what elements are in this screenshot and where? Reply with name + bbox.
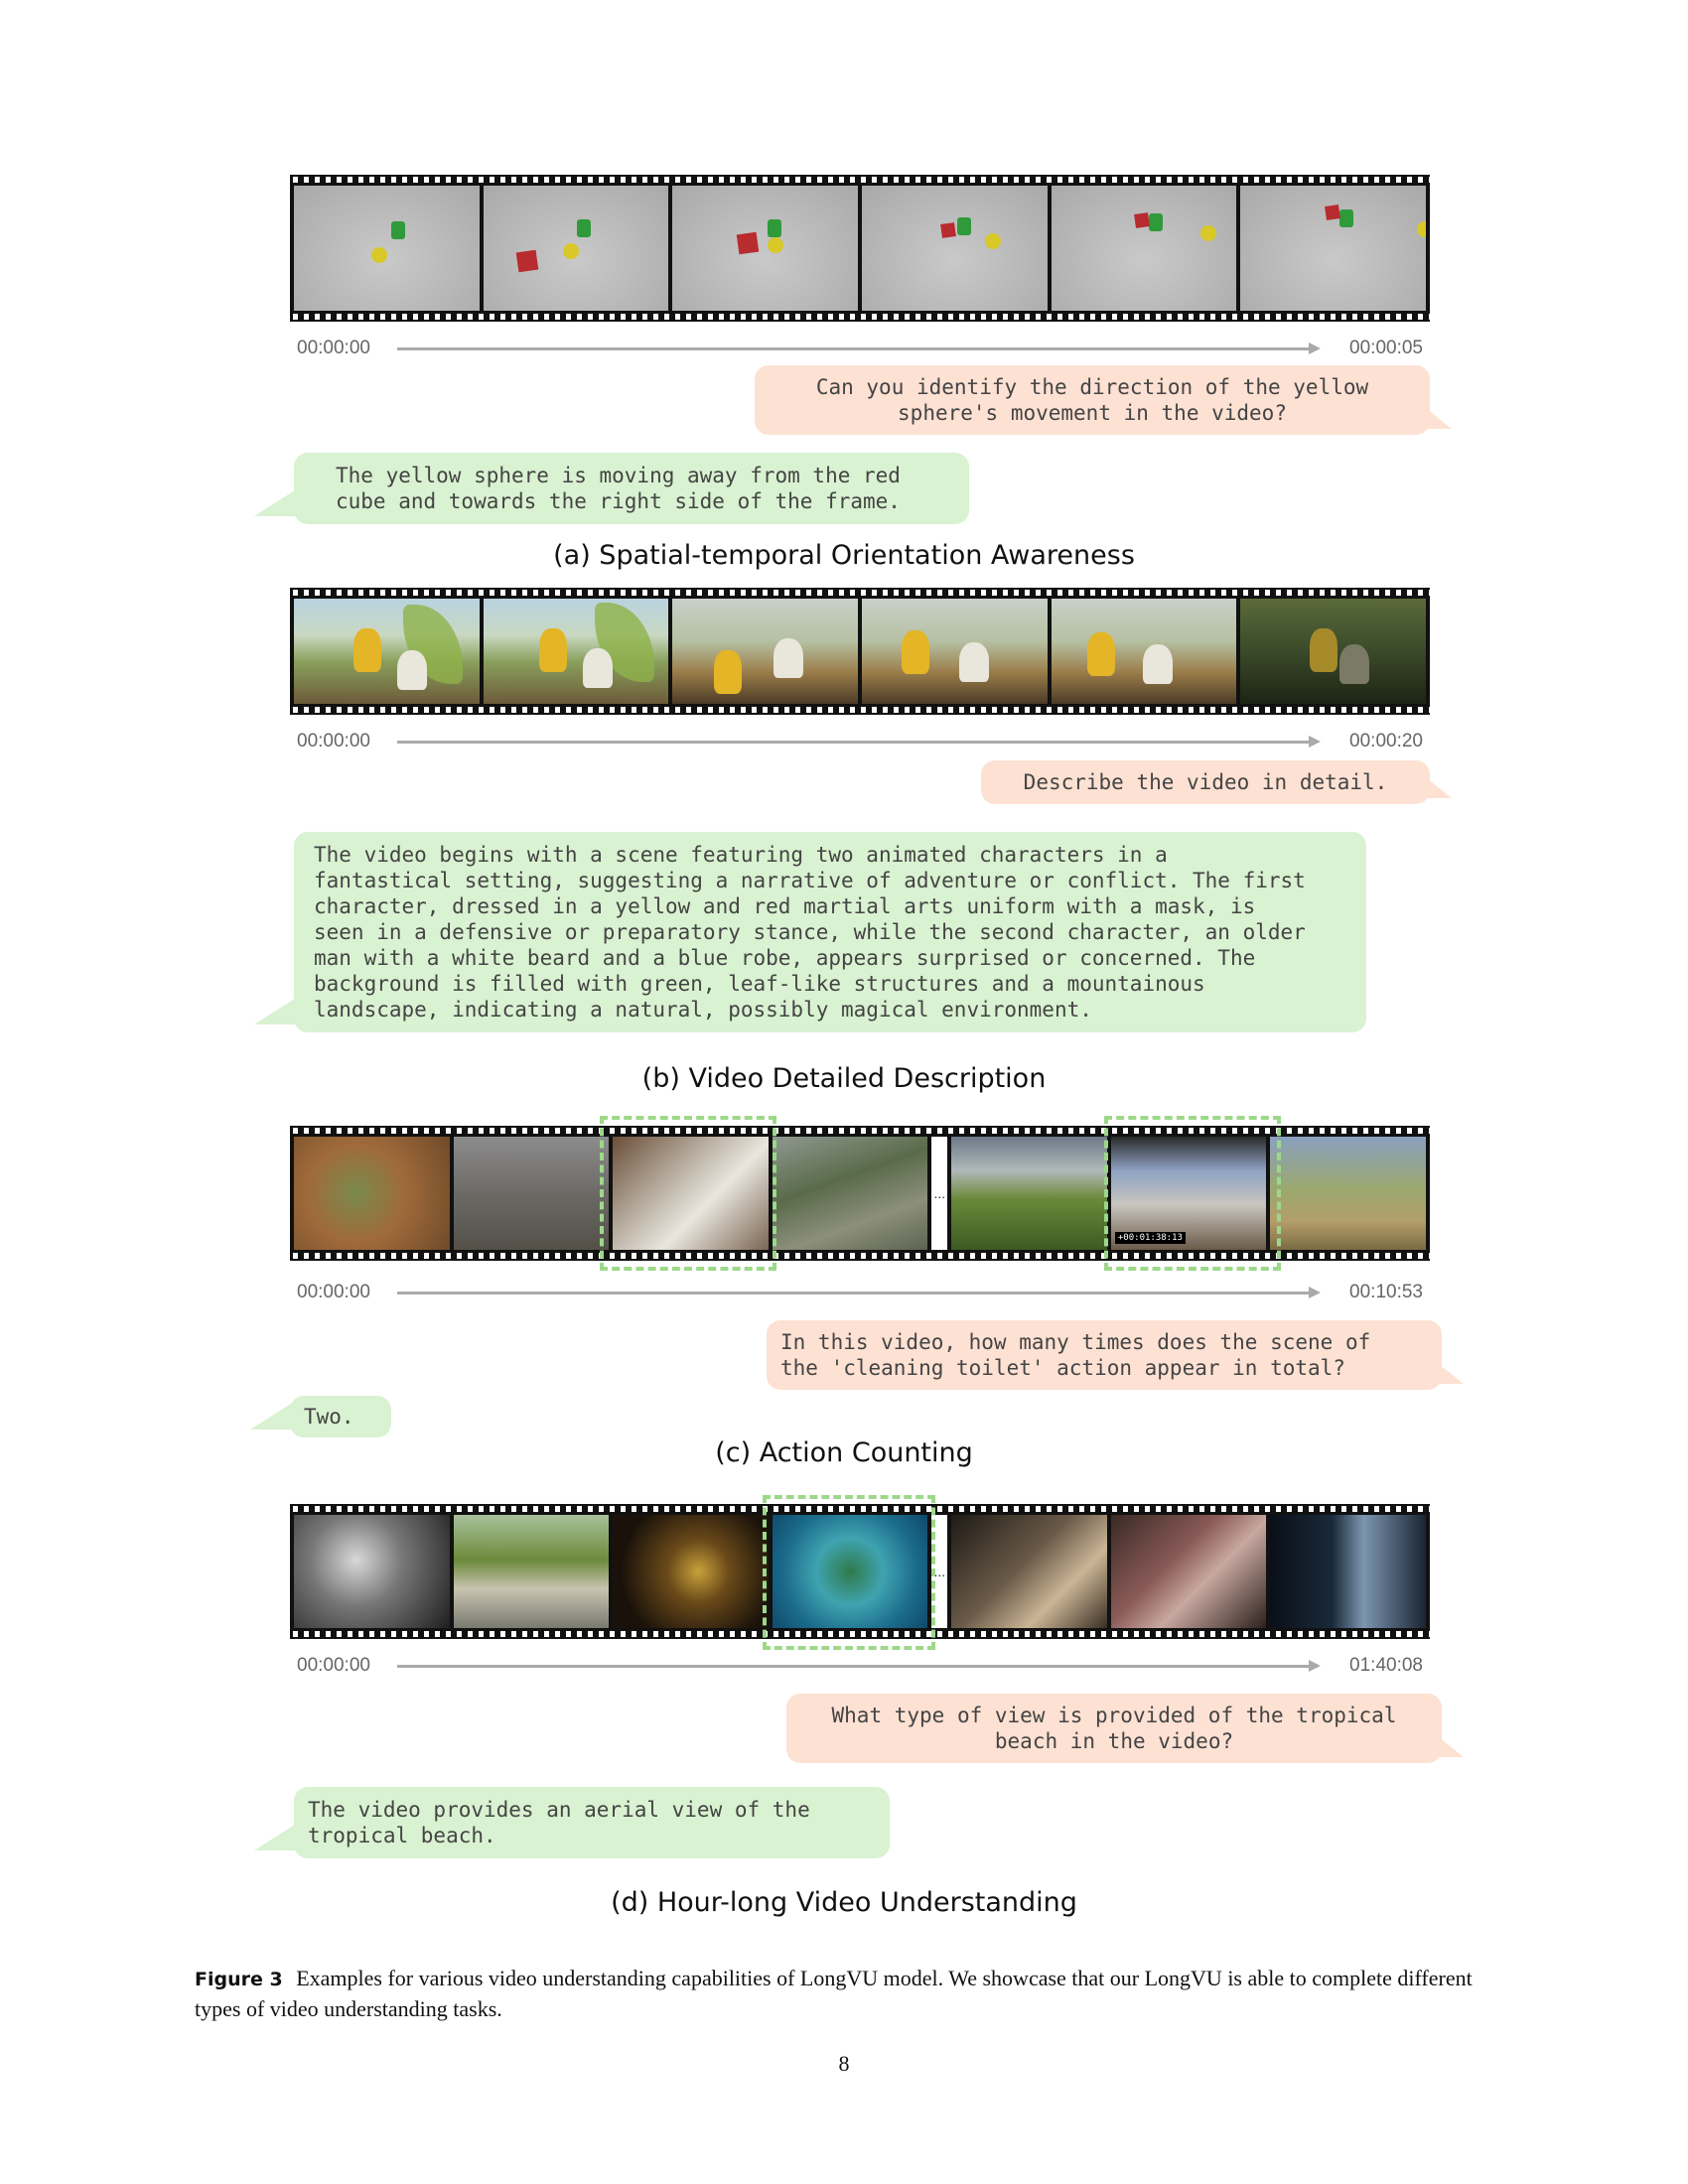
perforation-top	[290, 175, 1430, 185]
caption-a: (a) Spatial-temporal Orientation Awarene…	[553, 540, 1135, 571]
video-frame	[613, 1515, 769, 1628]
question-bubble: Can you identify the direction of the ye…	[755, 365, 1452, 435]
film-strip-c: ... +00:01:38:13	[290, 1126, 1430, 1261]
timeline-arrow	[397, 1660, 1321, 1672]
frame-gap-ellipsis: ...	[931, 1137, 948, 1250]
question-bubble: Describe the video in detail.	[981, 760, 1452, 804]
perforation-bottom	[290, 1629, 1430, 1639]
video-frame	[483, 186, 669, 311]
video-frame	[772, 1137, 928, 1250]
timeline-end: 00:00:05	[1349, 338, 1423, 358]
film-strip-b	[290, 588, 1430, 715]
video-frame	[294, 186, 480, 311]
figure-caption: Figure 3 Examples for various video unde…	[195, 1964, 1505, 2023]
answer-bubble: Two.	[250, 1396, 391, 1437]
video-frame	[294, 1515, 450, 1628]
timeline-start: 00:00:00	[297, 1282, 370, 1302]
video-frame	[672, 186, 859, 311]
video-frame	[1240, 186, 1427, 311]
timeline-start: 00:00:00	[297, 338, 370, 358]
figure-label: Figure 3	[195, 1969, 283, 1990]
perforation-top	[290, 588, 1430, 598]
timeline-start: 00:00:00	[297, 1655, 370, 1676]
video-frame	[294, 599, 480, 704]
video-frame	[1270, 1137, 1427, 1250]
timeline-start: 00:00:00	[297, 731, 370, 751]
video-frame-tropical-beach	[772, 1515, 928, 1628]
perforation-bottom	[290, 312, 1430, 322]
perforation-bottom	[290, 1251, 1430, 1261]
frames-b	[294, 599, 1427, 704]
video-frame	[1240, 599, 1427, 704]
frames-d: ...	[294, 1515, 1427, 1628]
timeline-b: 00:00:00 00:00:20	[290, 729, 1430, 752]
perforation-bottom	[290, 705, 1430, 715]
video-frame	[1270, 1515, 1427, 1628]
timeline-arrow	[397, 1287, 1321, 1298]
timeline-end: 01:40:08	[1349, 1655, 1423, 1676]
answer-bubble: The video provides an aerial view of the…	[254, 1787, 890, 1858]
video-frame	[862, 599, 1048, 704]
question-bubble: What type of view is provided of the tro…	[786, 1694, 1464, 1763]
frames-c: ... +00:01:38:13	[294, 1137, 1427, 1250]
timeline-end: 00:00:20	[1349, 731, 1423, 751]
video-frame	[453, 1137, 610, 1250]
frame-gap-ellipsis: ...	[931, 1515, 948, 1628]
caption-b: (b) Video Detailed Description	[641, 1063, 1047, 1094]
frame-timestamp: +00:01:38:13	[1114, 1232, 1186, 1244]
perforation-top	[290, 1126, 1430, 1136]
timeline-c: 00:00:00 00:10:53	[290, 1280, 1430, 1303]
video-frame	[1110, 1515, 1267, 1628]
caption-c: (c) Action Counting	[715, 1437, 973, 1468]
video-frame	[453, 1515, 610, 1628]
video-frame	[1051, 599, 1237, 704]
timeline-end: 00:10:53	[1349, 1282, 1423, 1302]
video-frame	[294, 1137, 450, 1250]
timeline-a: 00:00:00 00:00:05	[290, 336, 1430, 359]
perforation-top	[290, 1504, 1430, 1514]
video-frame-cleaning-toilet: +00:01:38:13	[1110, 1137, 1267, 1250]
video-frame	[1051, 186, 1237, 311]
video-frame-cleaning-toilet	[613, 1137, 769, 1250]
timeline-arrow	[397, 736, 1321, 748]
answer-bubble: The yellow sphere is moving away from th…	[254, 453, 969, 524]
figure-text: Examples for various video understanding…	[195, 1966, 1473, 2021]
timeline-arrow	[397, 342, 1321, 354]
film-strip-d: ...	[290, 1504, 1430, 1639]
video-frame	[862, 186, 1048, 311]
film-strip-a	[290, 175, 1430, 322]
answer-bubble: The video begins with a scene featuring …	[254, 832, 1366, 1032]
timeline-d: 00:00:00 01:40:08	[290, 1653, 1430, 1677]
video-frame	[483, 599, 669, 704]
question-bubble: In this video, how many times does the s…	[767, 1320, 1464, 1390]
video-frame	[672, 599, 859, 704]
video-frame	[951, 1137, 1107, 1250]
caption-d: (d) Hour-long Video Understanding	[611, 1887, 1077, 1918]
video-frame	[951, 1515, 1107, 1628]
page-number: 8	[838, 2051, 850, 2076]
frames-a	[294, 186, 1427, 311]
